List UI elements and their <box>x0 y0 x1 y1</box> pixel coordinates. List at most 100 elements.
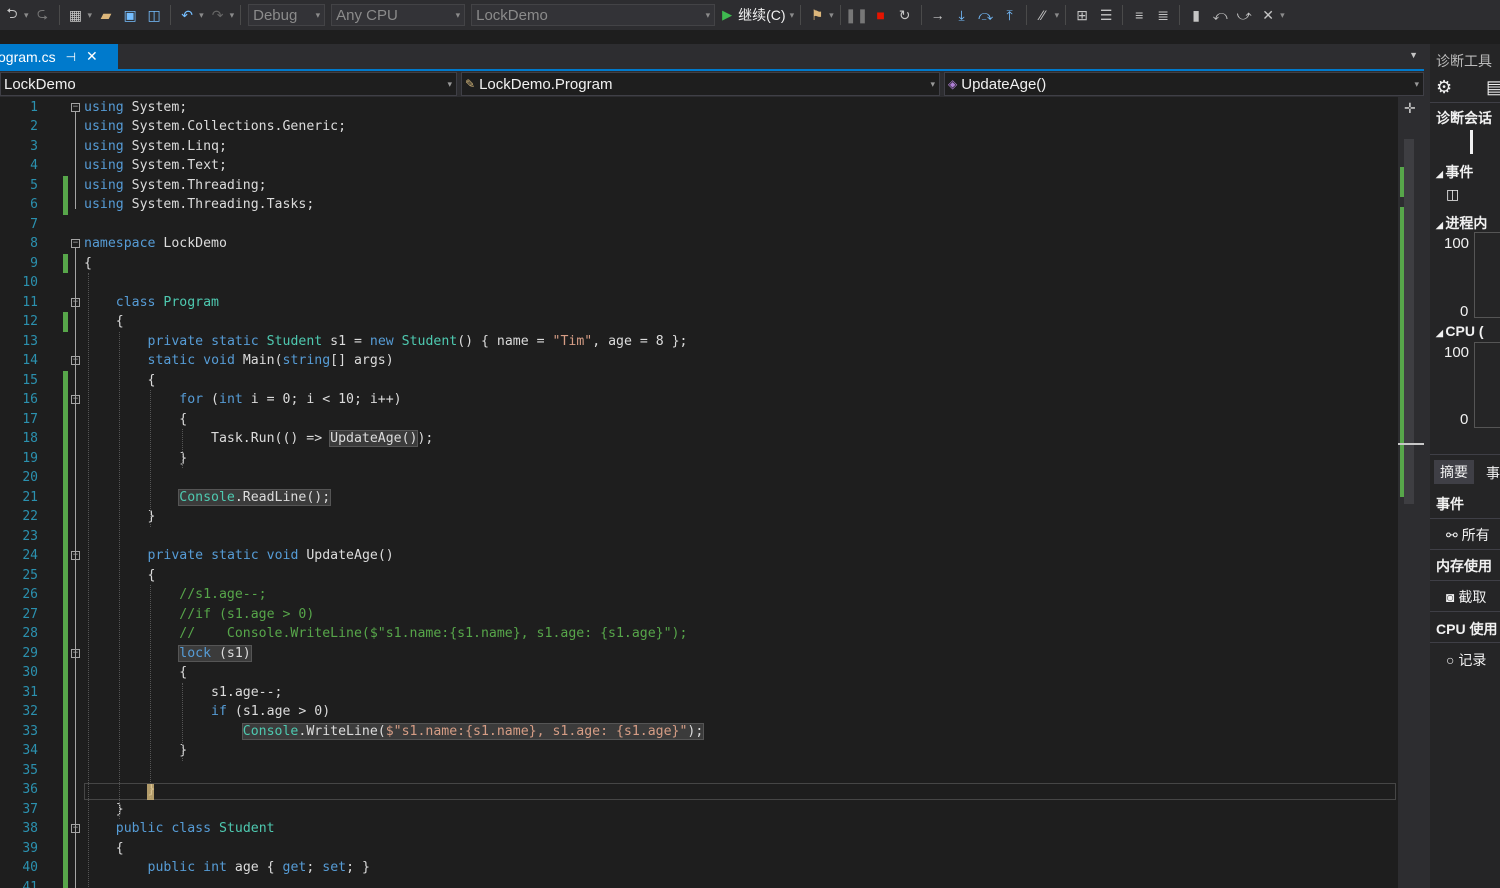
class-select[interactable]: ✎ LockDemo.Program ▾ <box>461 72 940 96</box>
code-line[interactable]: 12 { <box>0 312 1398 332</box>
code-line[interactable]: 16 for (int i = 0; i < 10; i++) <box>0 390 1398 410</box>
code-line[interactable]: 4 using System.Text; <box>0 156 1398 176</box>
code-line[interactable]: 2 using System.Collections.Generic; <box>0 117 1398 137</box>
redo-icon[interactable]: ↷ <box>207 4 229 26</box>
undo-dropdown-icon[interactable]: ▾ <box>199 10 204 21</box>
all-events-link[interactable]: ⚯ 所有 <box>1446 525 1490 545</box>
pause-events-icon[interactable]: ◫ <box>1446 186 1459 203</box>
outdent-icon[interactable]: ≣ <box>1152 4 1174 26</box>
code-line[interactable]: 18 Task.Run(() => UpdateAge()); <box>0 429 1398 449</box>
save-icon[interactable]: ▣ <box>119 4 141 26</box>
code-line[interactable]: 28 // Console.WriteLine($"s1.name:{s1.na… <box>0 624 1398 644</box>
code-line[interactable]: 10 <box>0 273 1398 293</box>
code-line[interactable]: 41 <box>0 878 1398 888</box>
code-line[interactable]: 21 Console.ReadLine(); <box>0 488 1398 508</box>
gear-icon[interactable]: ⚙ <box>1436 77 1452 98</box>
code-line[interactable]: 27 //if (s1.age > 0) <box>0 605 1398 625</box>
prev-bookmark-icon[interactable]: ⤺ <box>1209 4 1231 26</box>
code-line[interactable]: 37 } <box>0 800 1398 820</box>
step-out-icon[interactable]: ⤒ <box>999 4 1021 26</box>
tab-program-cs[interactable]: ogram.cs ⊣ ✕ <box>0 44 118 69</box>
code-line[interactable]: 29 lock (s1) <box>0 644 1398 664</box>
scrollbar-thumb[interactable] <box>1404 139 1414 504</box>
open-folder-icon[interactable]: ▰ <box>95 4 117 26</box>
pin-icon[interactable]: ⊣ <box>66 50 76 64</box>
code-line[interactable]: 38 public class Student <box>0 819 1398 839</box>
new-dropdown-icon[interactable]: ▾ <box>88 10 93 21</box>
code-line[interactable]: 25 { <box>0 566 1398 586</box>
select-tools-icon[interactable]: ▤ <box>1486 77 1500 98</box>
code-line[interactable]: 20 <box>0 468 1398 488</box>
threads-icon[interactable]: ⊞ <box>1071 4 1093 26</box>
member-select[interactable]: ◈ UpdateAge() ▾ <box>944 72 1424 96</box>
tab-events[interactable]: 事 <box>1486 463 1500 483</box>
code-line[interactable]: 6 using System.Threading.Tasks; <box>0 195 1398 215</box>
startup-project-select[interactable]: LockDemo ▾ <box>471 4 716 26</box>
close-icon[interactable]: ✕ <box>86 48 98 65</box>
code-line[interactable]: 7 <box>0 215 1398 235</box>
configuration-select[interactable]: Debug ▾ <box>248 4 326 26</box>
code-line[interactable]: 15 { <box>0 371 1398 391</box>
stack-frames-icon[interactable]: ☰ <box>1095 4 1117 26</box>
undo-icon[interactable]: ↶ <box>176 4 198 26</box>
restart-icon[interactable]: ↻ <box>894 4 916 26</box>
hex-display-icon[interactable]: ⁄⁄ <box>1032 4 1054 26</box>
code-line[interactable]: 14 static void Main(string[] args) <box>0 351 1398 371</box>
forward-icon[interactable]: ⮎ <box>32 4 54 26</box>
code-line[interactable]: 34 } <box>0 741 1398 761</box>
editor-vertical-scrollbar[interactable]: ✛ <box>1398 97 1424 888</box>
split-window-icon[interactable]: ✛ <box>1404 100 1416 117</box>
tab-overflow-icon[interactable]: ▼ <box>1409 50 1418 60</box>
process-memory-section[interactable]: ◢ 进程内 <box>1436 213 1487 233</box>
fold-toggle-icon[interactable]: − <box>71 102 80 112</box>
take-snapshot-button[interactable]: ◙ 截取 <box>1446 587 1486 607</box>
code-line[interactable]: 5 using System.Threading; <box>0 176 1398 196</box>
code-line[interactable]: 22 } <box>0 507 1398 527</box>
back-icon[interactable]: ⮌ <box>1 4 23 26</box>
toolbar-overflow-icon[interactable]: ▾ <box>1280 10 1285 21</box>
code-line[interactable]: 30 { <box>0 663 1398 683</box>
code-line[interactable]: 3 using System.Linq; <box>0 137 1398 157</box>
save-all-icon[interactable]: ◫ <box>143 4 165 26</box>
continue-button[interactable]: ▶ 继续(C) <box>722 5 785 25</box>
show-next-statement-icon[interactable]: → <box>927 4 949 26</box>
platform-select[interactable]: Any CPU ▾ <box>331 4 466 26</box>
code-line[interactable]: 11 class Program <box>0 293 1398 313</box>
record-cpu-button[interactable]: ○ 记录 <box>1446 650 1486 670</box>
code-line[interactable]: 35 <box>0 761 1398 781</box>
events-section[interactable]: ◢ 事件 <box>1436 162 1473 182</box>
bookmark-icon[interactable]: ▮ <box>1185 4 1207 26</box>
code-line[interactable]: 39 { <box>0 839 1398 859</box>
code-line[interactable]: 17 { <box>0 410 1398 430</box>
new-project-icon[interactable]: ▦ <box>65 4 87 26</box>
tab-summary[interactable]: 摘要 <box>1434 460 1474 484</box>
break-all-icon[interactable]: ❚❚ <box>845 4 868 26</box>
attach-icon[interactable]: ⚑ <box>806 4 828 26</box>
code-line[interactable]: 24 private static void UpdateAge() <box>0 546 1398 566</box>
redo-dropdown-icon[interactable]: ▾ <box>230 10 235 21</box>
attach-dropdown-icon[interactable]: ▾ <box>829 10 834 21</box>
next-bookmark-icon[interactable]: ⤻ <box>1233 4 1255 26</box>
clear-bookmarks-icon[interactable]: ✕ <box>1257 4 1279 26</box>
code-line[interactable]: 40 public int age { get; set; } <box>0 858 1398 878</box>
hex-dropdown-icon[interactable]: ▾ <box>1055 10 1060 21</box>
code-line[interactable]: 8 namespace LockDemo <box>0 234 1398 254</box>
step-over-icon[interactable]: ⤼ <box>975 4 997 26</box>
project-select[interactable]: LockDemo ▾ <box>0 72 457 96</box>
step-into-icon[interactable]: ⤓ <box>951 4 973 26</box>
code-line[interactable]: 13 private static Student s1 = new Stude… <box>0 332 1398 352</box>
cpu-section[interactable]: ◢ CPU ( <box>1436 323 1484 339</box>
code-line[interactable]: 1 using System; <box>0 98 1398 118</box>
stop-icon[interactable]: ■ <box>870 4 892 26</box>
back-dropdown-icon[interactable]: ▾ <box>24 10 29 21</box>
code-line[interactable]: 32 if (s1.age > 0) <box>0 702 1398 722</box>
continue-dropdown-icon[interactable]: ▾ <box>790 10 795 21</box>
code-line[interactable]: 31 s1.age--; <box>0 683 1398 703</box>
fold-toggle-icon[interactable]: − <box>71 239 80 248</box>
code-line[interactable]: 19 } <box>0 449 1398 469</box>
code-editor[interactable]: 1 using System; 2 using System.Collections.… <box>0 97 1398 888</box>
code-line[interactable]: 23 <box>0 527 1398 547</box>
code-line[interactable]: 33 Console.WriteLine($"s1.name:{s1.name}… <box>0 722 1398 742</box>
code-line[interactable]: 9{ <box>0 254 1398 274</box>
code-line[interactable]: 26 //s1.age--; <box>0 585 1398 605</box>
